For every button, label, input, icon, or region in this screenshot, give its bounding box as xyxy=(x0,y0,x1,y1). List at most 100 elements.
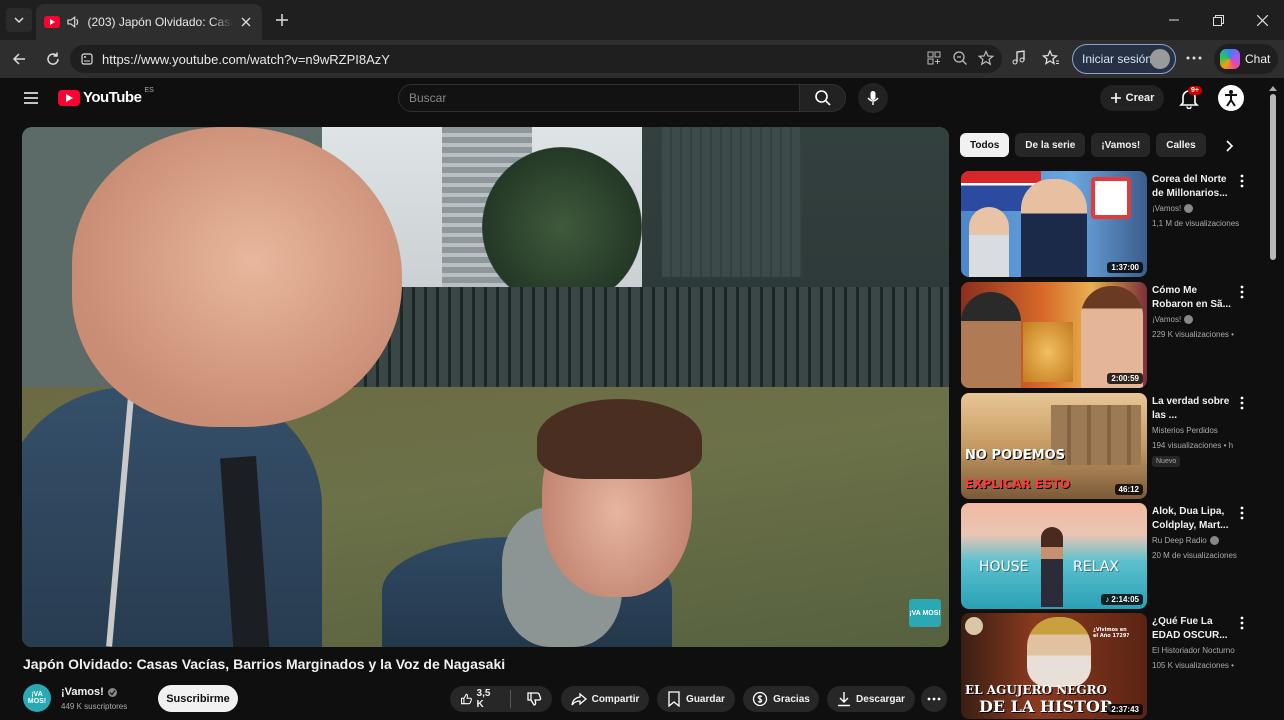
channel-name-row[interactable]: ¡Vamos! xyxy=(61,686,117,698)
video-thumbnail[interactable]: NO PODEMOS EXPLICAR ESTO 46:12 xyxy=(961,393,1147,499)
browser-menu-button[interactable] xyxy=(1185,49,1203,72)
subscribe-button[interactable]: Suscribirme xyxy=(158,685,238,712)
recommendation-title[interactable]: ¿Qué Fue La EDAD OSCUR... xyxy=(1152,615,1234,643)
like-button[interactable]: 3,5 K xyxy=(450,686,505,712)
recommendation-channel[interactable]: Misterios Perdidos xyxy=(1152,426,1218,435)
recommendation-title[interactable]: La verdad sobre las ... xyxy=(1152,395,1234,423)
recommendation-channel-row: ¡Vamos! xyxy=(1152,315,1194,324)
channel-avatar[interactable]: ¡VA MOS! xyxy=(23,684,51,712)
more-vertical-icon xyxy=(1240,506,1244,520)
url-text[interactable]: https://www.youtube.com/watch?v=n9wRZPI8… xyxy=(102,52,390,67)
recommendation-channel[interactable]: El Historiador Nocturno xyxy=(1152,646,1235,655)
channel-name[interactable]: ¡Vamos! xyxy=(61,686,104,698)
recommendation-item[interactable]: 1:37:00 Corea del Norte de Millonarios..… xyxy=(961,171,1251,277)
video-duration: 1:37:00 xyxy=(1107,262,1143,273)
recommendation-channel[interactable]: ¡Vamos! xyxy=(1152,315,1181,324)
zoom-icon[interactable] xyxy=(952,50,968,66)
recommendation-title[interactable]: Alok, Dua Lipa, Coldplay, Mart... xyxy=(1152,505,1234,533)
copilot-chat-button[interactable]: Chat xyxy=(1214,44,1278,74)
youtube-masthead: YouTube ES Buscar Crear xyxy=(0,78,1284,118)
recommendation-title[interactable]: Cómo Me Robaron en Sã... xyxy=(1152,284,1234,312)
account-avatar[interactable] xyxy=(1218,85,1244,111)
recommendation-menu-button[interactable] xyxy=(1237,615,1247,631)
browser-tab[interactable]: (203) Japón Olvidado: Casas V xyxy=(36,4,262,40)
chips-next-button[interactable] xyxy=(1220,137,1238,155)
new-tab-button[interactable] xyxy=(272,10,292,30)
recommendation-menu-button[interactable] xyxy=(1237,284,1247,300)
recommendation-item[interactable]: NO PODEMOS EXPLICAR ESTO 46:12 La verdad… xyxy=(961,393,1251,499)
window-controls xyxy=(1152,0,1284,40)
recommendation-menu-button[interactable] xyxy=(1237,505,1247,521)
thumbnail-text-2: EXPLICAR ESTO xyxy=(965,477,1071,491)
page-scrollbar[interactable] xyxy=(1269,86,1277,720)
back-button[interactable] xyxy=(8,48,30,70)
recommendation-channel[interactable]: Ru Deep Radio xyxy=(1152,536,1207,545)
youtube-play-icon xyxy=(58,89,80,106)
chip-calles[interactable]: Calles xyxy=(1156,133,1206,157)
tab-list-button[interactable] xyxy=(6,8,32,32)
reload-button[interactable] xyxy=(42,48,64,70)
dislike-button[interactable] xyxy=(516,686,552,712)
subscriber-count: 449 K suscriptores xyxy=(61,702,128,711)
woman-graphic xyxy=(1041,527,1063,607)
speaker-icon[interactable] xyxy=(66,15,81,29)
chip-de-la-serie[interactable]: De la serie xyxy=(1015,133,1086,157)
voice-search-button[interactable] xyxy=(858,83,888,113)
new-badge: Nuevo xyxy=(1152,456,1181,467)
duration-text: 2:14:05 xyxy=(1111,595,1139,604)
favorite-star-icon[interactable] xyxy=(978,50,994,66)
share-button[interactable]: Compartir xyxy=(561,686,649,712)
site-info-icon[interactable] xyxy=(80,52,94,66)
recommendation-item[interactable]: 2:00:59 Cómo Me Robaron en Sã... ¡Vamos!… xyxy=(961,282,1251,388)
video-player[interactable]: ¡VA MOS! xyxy=(22,127,949,647)
save-button[interactable]: Guardar xyxy=(657,686,735,712)
search-input[interactable]: Buscar xyxy=(398,84,800,112)
bookmark-icon xyxy=(668,691,680,707)
tab-close-icon[interactable] xyxy=(239,14,254,30)
recommendation-title[interactable]: Corea del Norte de Millonarios... xyxy=(1152,173,1234,201)
plus-icon xyxy=(1110,93,1121,103)
maximize-button[interactable] xyxy=(1196,0,1240,40)
minimize-icon xyxy=(1169,19,1179,21)
more-vertical-icon xyxy=(1240,616,1244,630)
favorites-icon[interactable] xyxy=(1042,49,1060,67)
minimize-button[interactable] xyxy=(1152,0,1196,40)
share-label: Compartir xyxy=(591,693,640,705)
recommendation-menu-button[interactable] xyxy=(1237,173,1247,189)
super-thanks-icon xyxy=(752,691,768,707)
more-vertical-icon xyxy=(1240,285,1244,299)
scene-roof xyxy=(662,127,802,277)
video-thumbnail[interactable]: HOUSE RELAX ♪ 2:14:05 xyxy=(961,503,1147,609)
channel-watermark[interactable]: ¡VA MOS! xyxy=(909,599,941,627)
video-thumbnail[interactable]: 2:00:59 xyxy=(961,282,1147,388)
recommendation-menu-button[interactable] xyxy=(1237,395,1247,411)
media-control-icon[interactable] xyxy=(1010,49,1028,67)
thanks-button[interactable]: Gracias xyxy=(743,686,819,712)
more-actions-button[interactable] xyxy=(921,686,947,712)
scene-person-1-head xyxy=(72,127,402,427)
create-button[interactable]: Crear xyxy=(1100,85,1164,111)
download-button[interactable]: Descargar xyxy=(827,686,915,712)
close-window-button[interactable] xyxy=(1240,0,1284,40)
chip-todos[interactable]: Todos xyxy=(960,133,1010,157)
recommendation-channel[interactable]: ¡Vamos! xyxy=(1152,204,1181,213)
signin-button[interactable]: Iniciar sesión xyxy=(1072,44,1176,74)
search-button[interactable] xyxy=(800,84,846,112)
thumbnail-text-1: HOUSE xyxy=(979,559,1029,575)
recommendation-item[interactable]: ¿Vivimos en el Año 1729? EL AGUJERO NEGR… xyxy=(961,613,1251,719)
scrollbar-thumb[interactable] xyxy=(1270,94,1276,260)
video-thumbnail[interactable]: 1:37:00 xyxy=(961,171,1147,277)
chevron-right-icon xyxy=(1226,140,1234,152)
thumbnail-text-2: RELAX xyxy=(1073,559,1119,575)
menu-icon[interactable] xyxy=(22,89,40,107)
thanks-label: Gracias xyxy=(773,693,810,705)
recommendation-channel-row: El Historiador Nocturno xyxy=(1152,646,1235,655)
recommendation-item[interactable]: HOUSE RELAX ♪ 2:14:05 Alok, Dua Lipa, Co… xyxy=(961,503,1251,609)
app-available-icon[interactable] xyxy=(926,50,942,66)
chip-vamos[interactable]: ¡Vamos! xyxy=(1091,133,1151,157)
youtube-logo[interactable]: YouTube ES xyxy=(58,87,154,106)
video-thumbnail[interactable]: ¿Vivimos en el Año 1729? EL AGUJERO NEGR… xyxy=(961,613,1147,719)
address-bar[interactable]: https://www.youtube.com/watch?v=n9wRZPI8… xyxy=(70,45,1002,73)
scroll-up-arrow-icon[interactable] xyxy=(1269,86,1277,91)
like-divider xyxy=(510,690,511,708)
